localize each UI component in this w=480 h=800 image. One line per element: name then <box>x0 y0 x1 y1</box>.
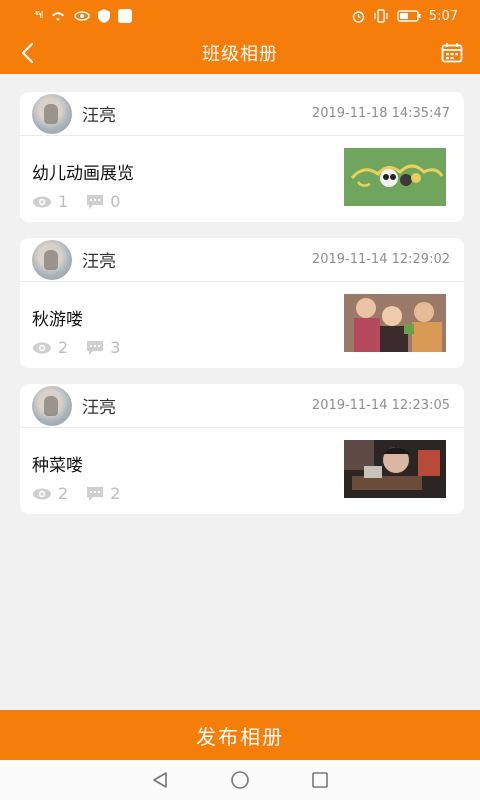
app-header: ⁴⁶ıl 5:07 班级相册 <box>0 0 480 74</box>
view-count-value: 2 <box>58 484 69 503</box>
album-card-header: 汪亮 2019-11-14 12:23:05 <box>20 384 464 428</box>
avatar <box>32 239 72 280</box>
alarm-icon <box>352 10 364 23</box>
avatar <box>32 385 72 426</box>
album-title: 种菜喽 <box>32 456 83 476</box>
eye-status-icon <box>74 11 90 21</box>
album-card-header: 汪亮 2019-11-18 14:35:47 <box>20 92 464 136</box>
album-thumbnail[interactable] <box>344 148 446 206</box>
publish-album-button[interactable]: 发布相册 <box>0 710 480 760</box>
avatar <box>32 93 72 134</box>
album-card[interactable]: 汪亮 2019-11-14 12:23:05 种菜喽 2 2 <box>20 384 464 514</box>
album-card-body: 幼儿动画展览 1 0 <box>20 136 464 222</box>
comment-count-value: 3 <box>110 338 121 357</box>
album-list: 汪亮 2019-11-18 14:35:47 幼儿动画展览 1 0 汪亮 201… <box>20 92 464 530</box>
comment-count: 3 <box>86 338 120 357</box>
post-datetime: 2019-11-18 14:35:47 <box>311 106 450 121</box>
calendar-icon[interactable] <box>441 42 463 64</box>
post-datetime: 2019-11-14 12:23:05 <box>311 398 450 413</box>
signal-icon: ⁴⁶ıl <box>34 11 43 21</box>
battery-icon <box>397 10 421 22</box>
author-name: 汪亮 <box>82 106 116 126</box>
nav-home-icon[interactable] <box>230 770 250 790</box>
comment-icon <box>87 340 104 355</box>
comment-count-value: 0 <box>110 192 121 211</box>
kids-photo-thumbnail-image <box>344 294 446 352</box>
system-nav-bar <box>0 760 480 800</box>
comment-icon <box>87 194 104 209</box>
view-count-value: 2 <box>58 338 69 357</box>
album-stats: 1 0 <box>32 192 138 211</box>
view-count: 1 <box>32 192 68 211</box>
album-title: 秋游喽 <box>32 310 83 330</box>
wifi-icon <box>52 12 65 21</box>
status-bar: ⁴⁶ıl 5:07 <box>0 0 480 32</box>
album-card[interactable]: 汪亮 2019-11-18 14:35:47 幼儿动画展览 1 0 <box>20 92 464 222</box>
album-card-header: 汪亮 2019-11-14 12:29:02 <box>20 238 464 282</box>
shield-icon <box>98 9 111 23</box>
comment-count: 2 <box>86 484 120 503</box>
eye-icon <box>33 196 51 207</box>
comment-count: 0 <box>86 192 120 211</box>
post-datetime: 2019-11-14 12:29:02 <box>311 252 450 267</box>
album-card[interactable]: 汪亮 2019-11-14 12:29:02 秋游喽 2 3 <box>20 238 464 368</box>
page-title: 班级相册 <box>202 44 278 65</box>
album-thumbnail[interactable] <box>344 440 446 498</box>
album-thumbnail[interactable] <box>344 294 446 352</box>
album-stats: 2 2 <box>32 484 138 503</box>
vibrate-icon <box>374 9 388 23</box>
album-stats: 2 3 <box>32 338 138 357</box>
eye-icon <box>33 342 51 353</box>
cartoon-thumbnail-image <box>344 148 446 206</box>
status-left: ⁴⁶ıl <box>34 9 133 23</box>
planting-photo-thumbnail-image <box>344 440 446 498</box>
comment-icon <box>87 486 104 501</box>
comment-count-value: 2 <box>110 484 121 503</box>
status-right: 5:07 <box>352 9 458 24</box>
nav-recents-icon[interactable] <box>310 770 330 790</box>
album-title: 幼儿动画展览 <box>32 164 134 184</box>
title-bar: 班级相册 <box>0 32 480 74</box>
back-arrow-icon[interactable] <box>18 41 40 65</box>
status-time: 5:07 <box>428 8 458 24</box>
author-name: 汪亮 <box>82 398 116 418</box>
view-count-value: 1 <box>58 192 69 211</box>
view-count: 2 <box>32 484 68 503</box>
album-card-body: 种菜喽 2 2 <box>20 428 464 514</box>
eye-icon <box>33 488 51 499</box>
album-card-body: 秋游喽 2 3 <box>20 282 464 368</box>
app-notification-icon <box>118 9 133 23</box>
view-count: 2 <box>32 338 68 357</box>
author-name: 汪亮 <box>82 252 116 272</box>
nav-back-icon[interactable] <box>150 770 170 790</box>
